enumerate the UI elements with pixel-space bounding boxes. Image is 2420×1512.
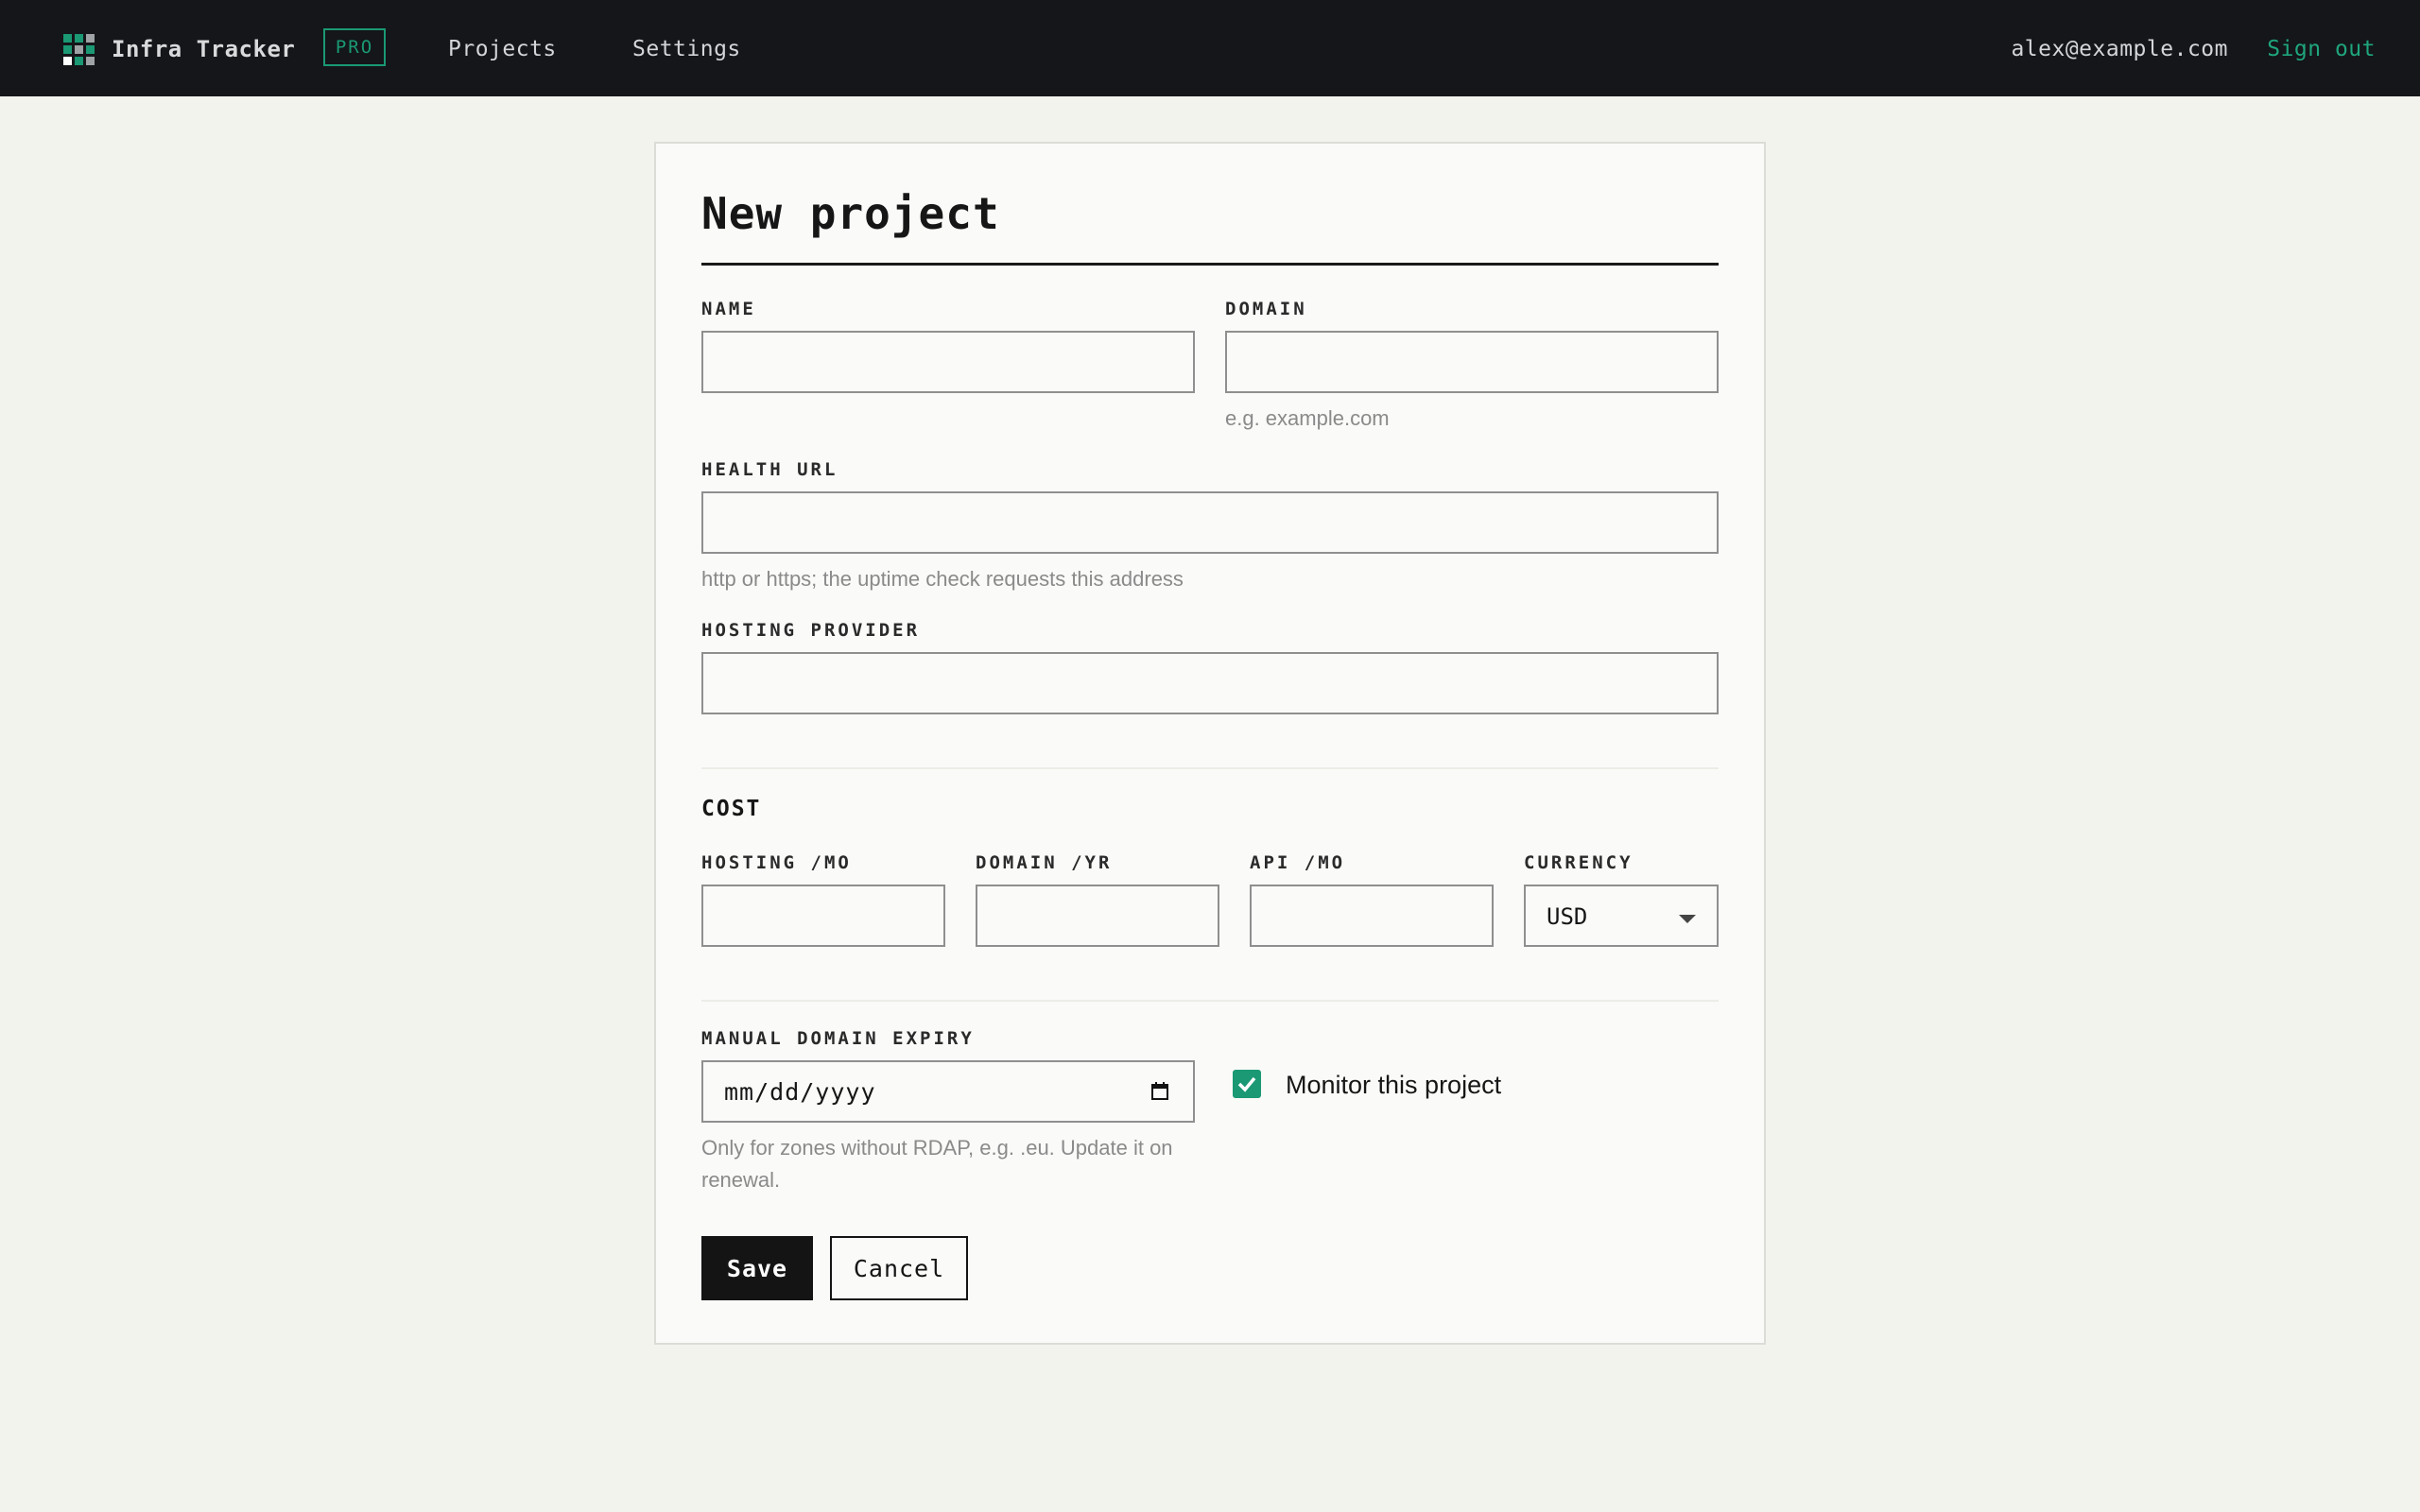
nav-settings[interactable]: Settings xyxy=(632,34,741,64)
checkmark-icon xyxy=(1237,1076,1256,1092)
manual-expiry-hint: Only for zones without RDAP, e.g. .eu. U… xyxy=(701,1136,1173,1192)
new-project-card: New project NAME DOMAIN e.g. example.com… xyxy=(654,142,1766,1345)
currency-label: CURRENCY xyxy=(1524,852,1634,873)
domain-cost-label: DOMAIN /YR xyxy=(976,852,1113,873)
chevron-down-icon xyxy=(1679,915,1696,923)
currency-value: USD xyxy=(1547,903,1588,930)
name-input[interactable] xyxy=(701,331,1195,393)
monitor-checkbox-label[interactable]: Monitor this project xyxy=(1286,1068,1501,1102)
domain-label: DOMAIN xyxy=(1225,299,1307,319)
cost-section-title: COST xyxy=(701,797,762,821)
section-divider xyxy=(701,1000,1719,1002)
pro-badge: PRO xyxy=(323,28,386,66)
domain-input[interactable] xyxy=(1225,331,1719,393)
sign-out-link[interactable]: Sign out xyxy=(2267,34,2376,64)
manual-expiry-label: MANUAL DOMAIN EXPIRY xyxy=(701,1028,975,1049)
domain-hint: e.g. example.com xyxy=(1225,406,1390,430)
health-url-hint: http or https; the uptime check requests… xyxy=(701,567,1184,591)
nav-projects[interactable]: Projects xyxy=(448,34,557,64)
brand-name[interactable]: Infra Tracker xyxy=(112,34,295,64)
save-button[interactable]: Save xyxy=(701,1236,813,1300)
hosting-cost-label: HOSTING /MO xyxy=(701,852,852,873)
name-label: NAME xyxy=(701,299,756,319)
currency-select[interactable]: USD xyxy=(1524,885,1719,947)
title-divider xyxy=(701,263,1719,266)
top-navbar: Infra Tracker PRO Projects Settings alex… xyxy=(0,0,2420,96)
hosting-cost-input[interactable] xyxy=(701,885,945,947)
health-url-input[interactable] xyxy=(701,491,1719,554)
domain-cost-input[interactable] xyxy=(976,885,1219,947)
health-url-label: HEALTH URL xyxy=(701,459,838,480)
user-email: alex@example.com xyxy=(2011,37,2228,61)
monitor-checkbox[interactable] xyxy=(1233,1070,1261,1098)
hosting-provider-label: HOSTING PROVIDER xyxy=(701,620,921,641)
api-cost-input[interactable] xyxy=(1250,885,1494,947)
manual-expiry-date-input[interactable]: mm/dd/yyyy xyxy=(701,1060,1195,1123)
api-cost-label: API /MO xyxy=(1250,852,1346,873)
grid-logo-icon[interactable] xyxy=(63,34,95,65)
date-placeholder: mm/dd/yyyy xyxy=(724,1078,876,1106)
cancel-button[interactable]: Cancel xyxy=(830,1236,968,1300)
section-divider xyxy=(701,767,1719,769)
page-title: New project xyxy=(701,188,1000,239)
calendar-icon[interactable] xyxy=(1150,1081,1170,1102)
hosting-provider-input[interactable] xyxy=(701,652,1719,714)
